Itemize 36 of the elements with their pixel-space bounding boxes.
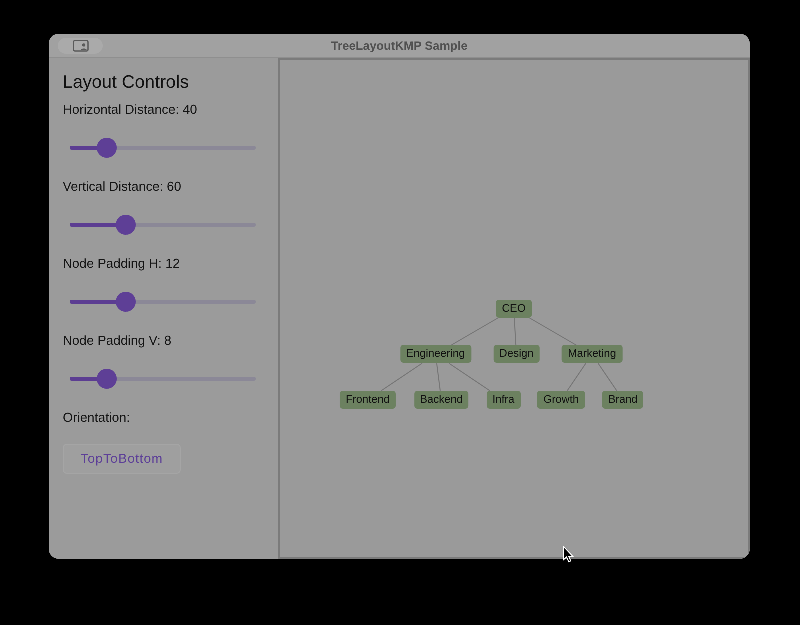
slider-thumb[interactable] <box>116 292 136 312</box>
tree-node: Frontend <box>340 390 396 408</box>
orientation-label: Orientation: <box>63 409 132 427</box>
tree-node: CEO <box>496 300 532 318</box>
connector-line <box>566 362 587 391</box>
connector-line <box>598 362 618 391</box>
profile-card-button[interactable] <box>58 38 103 54</box>
sidebar-title: Layout Controls <box>63 71 190 94</box>
slider-thumb[interactable] <box>97 369 118 389</box>
person-card-icon <box>72 40 88 52</box>
slider[interactable] <box>70 215 256 235</box>
tree-node: Design <box>494 345 540 363</box>
slider-label: Node Padding H: 12 <box>63 255 182 273</box>
tree-node: Marketing <box>562 345 622 363</box>
tree-node: Brand <box>602 390 644 408</box>
slider-thumb[interactable] <box>97 138 118 158</box>
slider-label: Vertical Distance: 60 <box>63 178 183 196</box>
connector-line <box>528 317 578 346</box>
connector-line <box>450 317 500 346</box>
connector-line <box>514 317 517 346</box>
slider-thumb[interactable] <box>116 215 136 235</box>
connector-line <box>380 362 423 391</box>
slider[interactable] <box>70 292 256 312</box>
window-title: TreeLayoutKMP Sample <box>331 38 468 54</box>
tree-node: Growth <box>538 390 586 408</box>
connector-line <box>448 362 491 391</box>
slider[interactable] <box>70 369 256 389</box>
tree-node: Engineering <box>400 345 472 363</box>
slider-label: Node Padding V: 8 <box>63 332 173 350</box>
tree-node: Backend <box>414 390 470 408</box>
orientation-button[interactable]: TopToBottom <box>63 444 181 474</box>
connector-line <box>436 362 441 391</box>
slider[interactable] <box>70 138 256 158</box>
slider-label: Horizontal Distance: 40 <box>63 101 198 119</box>
tree-node: Infra <box>486 390 521 408</box>
mouse-cursor-icon <box>563 546 574 563</box>
